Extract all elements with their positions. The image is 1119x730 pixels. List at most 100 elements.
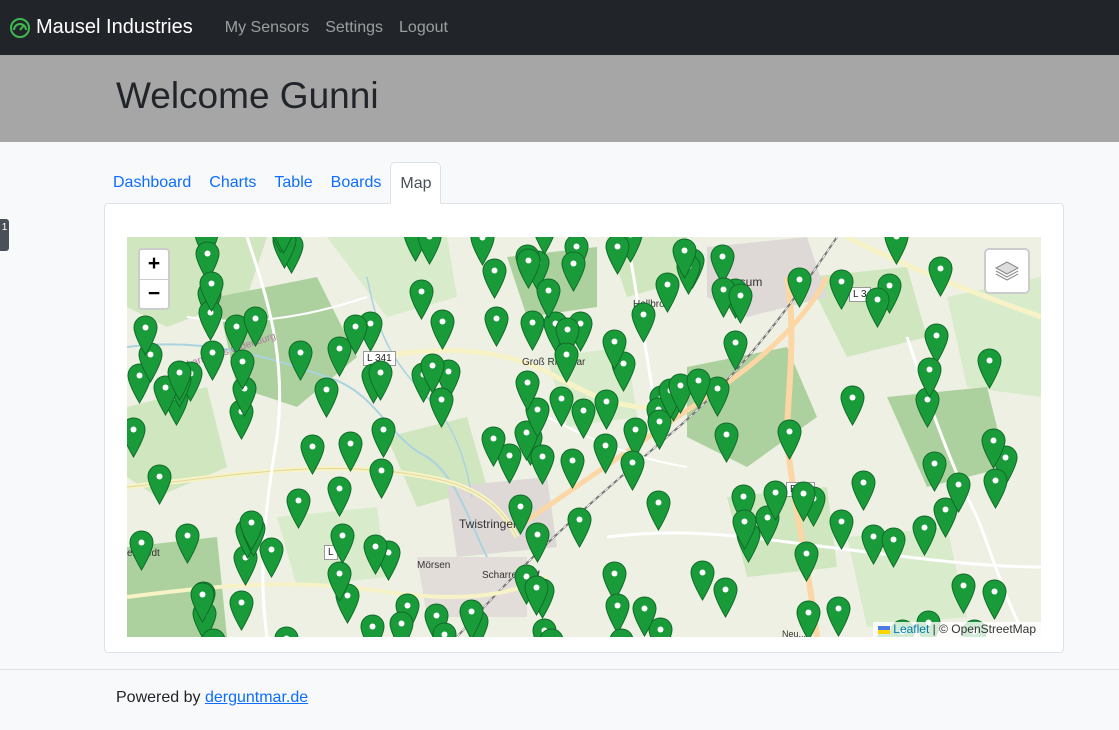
sensor-marker[interactable] — [343, 314, 368, 355]
sensor-marker[interactable] — [484, 306, 509, 347]
sensor-marker[interactable] — [530, 444, 555, 485]
sensor-marker[interactable] — [147, 464, 172, 505]
sensor-marker[interactable] — [515, 370, 540, 411]
sensor-marker[interactable] — [723, 330, 748, 371]
sensor-marker[interactable] — [459, 599, 484, 637]
sensor-marker[interactable] — [417, 237, 442, 265]
sensor-marker[interactable] — [851, 470, 876, 511]
sensor-marker[interactable] — [129, 530, 154, 571]
tab-dashboard[interactable]: Dashboard — [104, 162, 200, 204]
sensor-marker[interactable] — [728, 283, 753, 324]
sensor-marker[interactable] — [508, 494, 533, 535]
tab-map[interactable]: Map — [390, 162, 442, 204]
sensor-marker[interactable] — [982, 579, 1007, 620]
sensor-marker[interactable] — [917, 357, 942, 398]
sensor-marker[interactable] — [946, 472, 971, 513]
map-view[interactable]: Bassum Hellbrok Landkreis Oldenburg Groß… — [127, 237, 1041, 637]
sensor-marker[interactable] — [632, 596, 657, 637]
tab-charts[interactable]: Charts — [200, 162, 265, 204]
sensor-marker[interactable] — [389, 611, 414, 637]
sensor-marker[interactable] — [567, 507, 592, 548]
sensor-marker[interactable] — [286, 488, 311, 529]
sensor-marker[interactable] — [983, 468, 1008, 509]
zoom-out-button[interactable]: − — [140, 279, 168, 308]
sensor-marker[interactable] — [794, 541, 819, 582]
sensor-marker[interactable] — [796, 600, 821, 637]
sensor-marker[interactable] — [840, 385, 865, 426]
sensor-marker[interactable] — [826, 596, 851, 637]
sensor-marker[interactable] — [554, 342, 579, 383]
sensor-marker[interactable] — [609, 628, 634, 637]
sensor-marker[interactable] — [420, 353, 445, 394]
sensor-marker[interactable] — [190, 582, 215, 623]
sensor-marker[interactable] — [360, 614, 385, 637]
sensor-marker[interactable] — [686, 368, 711, 409]
sensor-marker[interactable] — [605, 237, 630, 275]
sensor-marker[interactable] — [167, 360, 192, 401]
sensor-marker[interactable] — [777, 419, 802, 460]
sensor-marker[interactable] — [602, 329, 627, 370]
sensor-marker[interactable] — [432, 622, 457, 637]
sensor-marker[interactable] — [327, 561, 352, 602]
sensor-marker[interactable] — [912, 515, 937, 556]
nav-logout[interactable]: Logout — [399, 19, 448, 37]
sensor-marker[interactable] — [314, 377, 339, 418]
sensor-marker[interactable] — [200, 340, 225, 381]
sensor-marker[interactable] — [371, 417, 396, 458]
sensor-marker[interactable] — [274, 626, 299, 637]
zoom-in-button[interactable]: + — [140, 250, 168, 279]
sensor-marker[interactable] — [884, 237, 909, 265]
sensor-marker[interactable] — [175, 523, 200, 564]
sensor-marker[interactable] — [561, 251, 586, 292]
sensor-marker[interactable] — [646, 490, 671, 531]
footer-link[interactable]: derguntmar.de — [205, 689, 308, 706]
sensor-marker[interactable] — [532, 237, 557, 255]
sensor-marker[interactable] — [230, 349, 255, 390]
side-tab[interactable]: 1 — [0, 219, 9, 251]
sensor-marker[interactable] — [243, 306, 268, 347]
sensor-marker[interactable] — [330, 523, 355, 564]
sensor-marker[interactable] — [928, 256, 953, 297]
sensor-marker[interactable] — [690, 560, 715, 601]
sensor-marker[interactable] — [594, 389, 619, 430]
sensor-marker[interactable] — [881, 527, 906, 568]
sensor-marker[interactable] — [865, 287, 890, 328]
sensor-marker[interactable] — [560, 448, 585, 489]
sensor-marker[interactable] — [288, 340, 313, 381]
sensor-marker[interactable] — [539, 628, 564, 637]
sensor-marker[interactable] — [713, 577, 738, 618]
sensor-marker[interactable] — [536, 278, 561, 319]
sensor-marker[interactable] — [763, 480, 788, 521]
sensor-marker[interactable] — [338, 431, 363, 472]
sensor-marker[interactable] — [239, 510, 264, 551]
sensor-marker[interactable] — [951, 573, 976, 614]
sensor-marker[interactable] — [229, 590, 254, 631]
sensor-marker[interactable] — [409, 279, 434, 320]
sensor-marker[interactable] — [470, 237, 495, 266]
sensor-marker[interactable] — [369, 458, 394, 499]
sensor-marker[interactable] — [481, 426, 506, 467]
sensor-marker[interactable] — [201, 628, 226, 637]
leaflet-link[interactable]: Leaflet — [893, 622, 929, 636]
sensor-marker[interactable] — [593, 433, 618, 474]
brand[interactable]: Mausel Industries — [10, 16, 193, 39]
sensor-marker[interactable] — [655, 272, 680, 313]
sensor-marker[interactable] — [829, 269, 854, 310]
tab-boards[interactable]: Boards — [322, 162, 391, 204]
sensor-marker[interactable] — [981, 428, 1006, 469]
nav-my-sensors[interactable]: My Sensors — [225, 19, 309, 37]
layers-button[interactable] — [984, 248, 1030, 294]
sensor-marker[interactable] — [977, 348, 1002, 389]
sensor-marker[interactable] — [127, 417, 146, 458]
sensor-marker[interactable] — [271, 237, 296, 254]
sensor-marker[interactable] — [787, 267, 812, 308]
sensor-marker[interactable] — [133, 315, 158, 356]
sensor-marker[interactable] — [363, 534, 388, 575]
sensor-marker[interactable] — [714, 422, 739, 463]
sensor-marker[interactable] — [829, 509, 854, 550]
tab-table[interactable]: Table — [265, 162, 321, 204]
nav-settings[interactable]: Settings — [325, 19, 383, 37]
sensor-marker[interactable] — [791, 481, 816, 522]
sensor-marker[interactable] — [327, 476, 352, 517]
sensor-marker[interactable] — [368, 360, 393, 401]
